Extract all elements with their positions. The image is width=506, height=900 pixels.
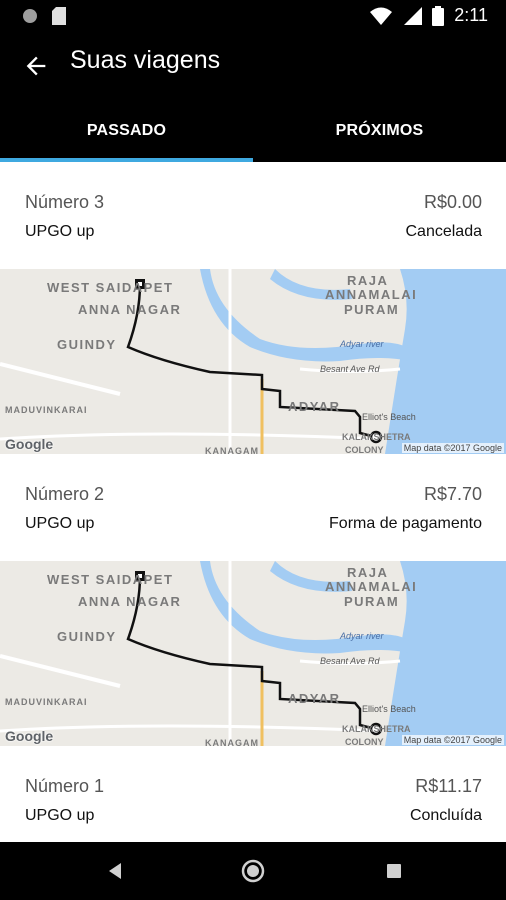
map-label: COLONY (345, 737, 384, 746)
map-label: KALAKSHETRA (342, 724, 411, 734)
map-credit: Map data ©2017 Google (401, 443, 504, 453)
circle-home-icon (241, 859, 265, 883)
sd-card-icon (52, 7, 66, 25)
trip-list: Número 3 R$0.00 UPGO up Cancelada WEST S… (0, 162, 506, 842)
map-label: Besant Ave Rd (320, 656, 380, 666)
tab-upcoming[interactable]: PRÓXIMOS (253, 100, 506, 162)
map-label: RAJA (347, 273, 389, 288)
status-time: 2:11 (454, 5, 488, 25)
map-label: MADUVINKARAI (5, 405, 88, 415)
nav-home-button[interactable] (240, 858, 266, 884)
system-nav-bar (0, 842, 506, 900)
trip-item[interactable]: Número 3 R$0.00 UPGO up Cancelada (0, 162, 506, 269)
square-recents-icon (387, 864, 401, 878)
trip-route-map[interactable]: WEST SAIDAPET ANNA NAGAR RAJA ANNAMALAI … (0, 269, 506, 454)
map-label: ANNAMALAI (325, 579, 418, 594)
map-label: KALAKSHETRA (342, 432, 411, 442)
trip-price: R$11.17 (415, 776, 482, 796)
trip-service: UPGO up (25, 223, 95, 240)
trip-service: UPGO up (25, 807, 95, 824)
map-label: Elliot's Beach (362, 412, 416, 422)
map-label: KANAGAM (205, 738, 259, 746)
trip-item[interactable]: Número 1 R$11.17 UPGO up Concluída (0, 746, 506, 842)
map-label: Elliot's Beach (362, 704, 416, 714)
page-title: Suas viagens (70, 46, 221, 74)
map-label: KANAGAM (205, 446, 259, 454)
map-label: WEST SAIDAPET (47, 572, 174, 587)
map-label: WEST SAIDAPET (47, 280, 174, 295)
map-label: Adyar river (340, 339, 384, 349)
tab-bar: PASSADO PRÓXIMOS (0, 100, 506, 162)
map-label: RAJA (347, 565, 389, 580)
nav-back-button[interactable] (103, 858, 129, 884)
trip-status: Forma de pagamento (329, 515, 482, 532)
app-bar: Suas viagens (0, 32, 506, 100)
battery-icon (432, 5, 445, 26)
map-label: COLONY (345, 445, 384, 454)
map-label: PURAM (344, 594, 400, 609)
signal-icon (404, 6, 423, 25)
arrow-back-icon (26, 56, 46, 76)
map-label: ADYAR (288, 399, 341, 414)
google-logo: Google (5, 728, 54, 744)
map-credit: Map data ©2017 Google (401, 735, 504, 745)
map-label: ANNA NAGAR (78, 302, 182, 317)
map-label: GUINDY (57, 629, 117, 644)
trip-number: Número 2 (25, 484, 105, 504)
nav-recents-button[interactable] (381, 858, 407, 884)
map-label: MADUVINKARAI (5, 697, 88, 707)
google-logo: Google (5, 436, 54, 452)
tab-past[interactable]: PASSADO (0, 100, 253, 162)
trip-status: Cancelada (405, 223, 483, 240)
trip-service: UPGO up (25, 515, 95, 532)
map-label: ADYAR (288, 691, 341, 706)
trip-number: Número 1 (25, 776, 105, 796)
map-label: ANNAMALAI (325, 287, 418, 302)
trip-route-map[interactable]: WEST SAIDAPET ANNA NAGAR RAJA ANNAMALAI … (0, 561, 506, 746)
wifi-icon (370, 7, 393, 25)
map-label: GUINDY (57, 337, 117, 352)
status-bar: 2:11 (0, 0, 506, 32)
trip-number: Número 3 (25, 192, 105, 212)
map-label: PURAM (344, 302, 400, 317)
notification-dot-icon (23, 9, 37, 23)
trip-price: R$7.70 (423, 484, 482, 504)
trip-item[interactable]: Número 2 R$7.70 UPGO up Forma de pagamen… (0, 454, 506, 561)
map-label: Adyar river (340, 631, 384, 641)
map-label: ANNA NAGAR (78, 594, 182, 609)
trip-price: R$0.00 (423, 192, 482, 212)
back-button[interactable] (22, 52, 50, 80)
map-label: Besant Ave Rd (320, 364, 380, 374)
triangle-back-icon (109, 863, 121, 879)
trip-status: Concluída (409, 807, 482, 824)
